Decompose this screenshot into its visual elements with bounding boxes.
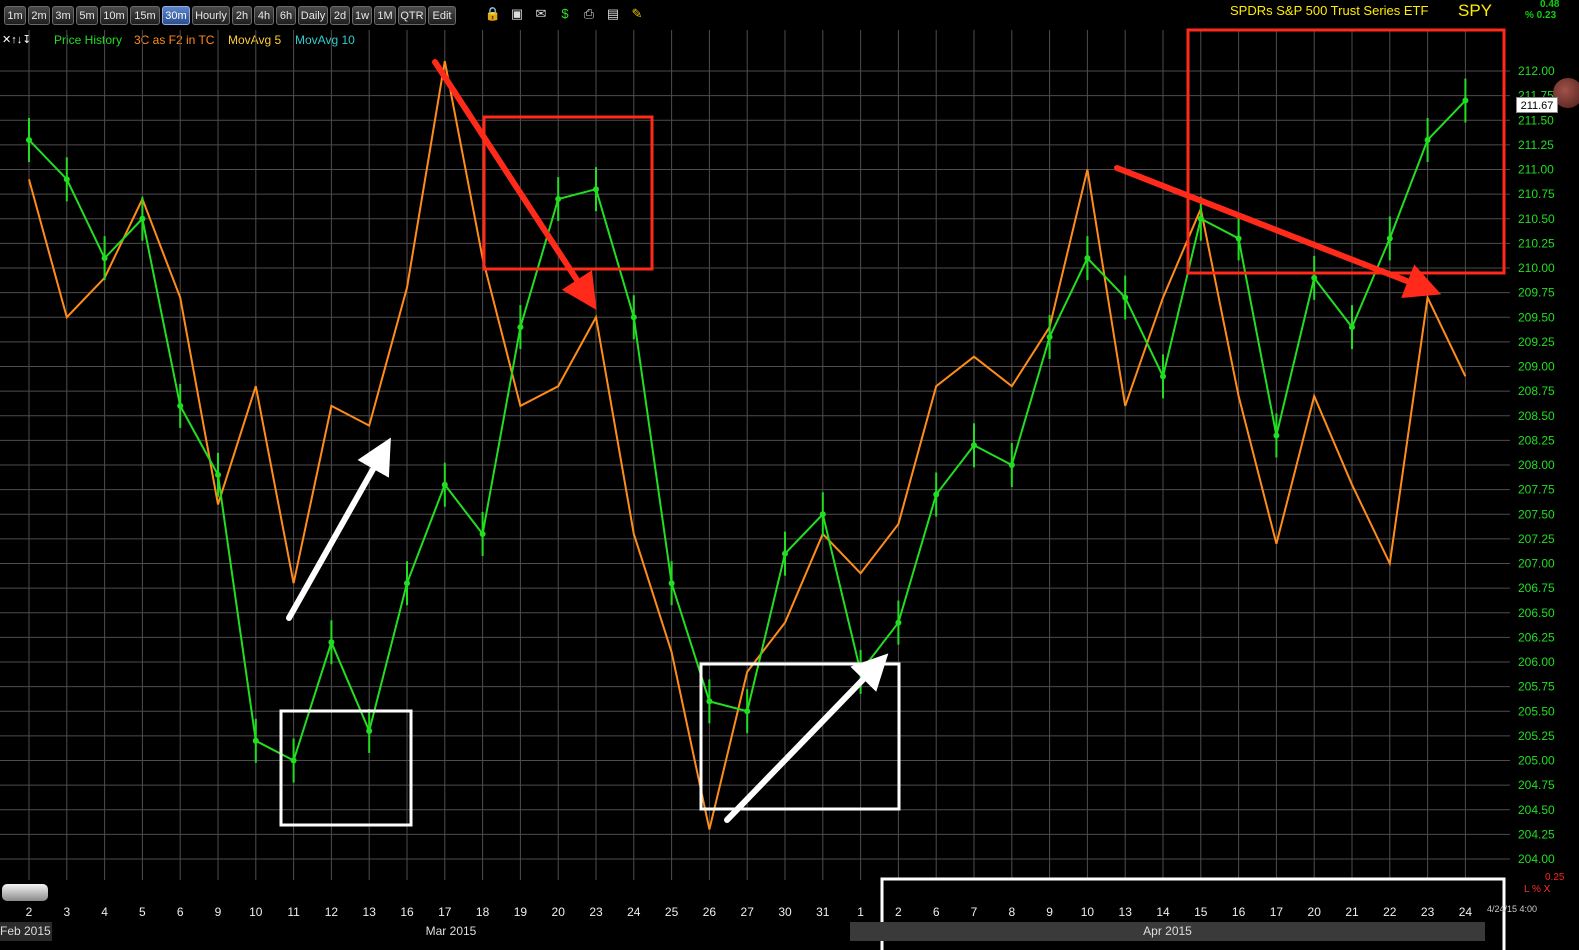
- x-tick-label: 3: [63, 905, 70, 919]
- x-tick-label: 17: [1270, 905, 1284, 919]
- y-tick-label: 205.75: [1518, 680, 1555, 694]
- y-tick-label: 207.00: [1518, 557, 1555, 571]
- month-label: Mar 2015: [52, 922, 850, 941]
- x-tick-label: 25: [665, 905, 679, 919]
- y-tick-label: 209.50: [1518, 310, 1555, 324]
- x-tick-label: 23: [589, 905, 603, 919]
- x-tick-label: 9: [215, 905, 222, 919]
- indicator-controls[interactable]: L % X: [1524, 884, 1550, 895]
- y-tick-label: 204.25: [1518, 827, 1555, 841]
- x-tick-label: 2: [895, 905, 902, 919]
- y-tick-label: 209.00: [1518, 360, 1555, 374]
- indicator-value: 0.25: [1545, 872, 1565, 883]
- x-tick-label: 1: [857, 905, 864, 919]
- x-tick-label: 22: [1383, 905, 1397, 919]
- annotation-arrow: [432, 59, 597, 311]
- x-tick-label: 12: [325, 905, 339, 919]
- x-tick-label: 8: [1008, 905, 1015, 919]
- y-tick-label: 204.00: [1518, 852, 1555, 866]
- x-tick-label: 17: [438, 905, 452, 919]
- x-tick-label: 15: [1194, 905, 1208, 919]
- y-tick-label: 206.75: [1518, 581, 1555, 595]
- y-tick-label: 207.25: [1518, 532, 1555, 546]
- x-tick-label: 24: [1459, 905, 1473, 919]
- annotation-box: [482, 115, 654, 271]
- y-tick-label: 208.25: [1518, 433, 1555, 447]
- x-tick-label: 31: [816, 905, 830, 919]
- x-tick-label: 5: [139, 905, 146, 919]
- scroll-thumb[interactable]: [2, 884, 48, 901]
- y-tick-label: 204.75: [1518, 778, 1555, 792]
- date-label: 4/24/15 4:00: [1487, 904, 1538, 914]
- x-tick-label: 9: [1046, 905, 1053, 919]
- x-tick-label: 24: [627, 905, 641, 919]
- y-tick-label: 208.50: [1518, 409, 1555, 423]
- x-tick-label: 23: [1421, 905, 1435, 919]
- x-tick-label: 19: [514, 905, 528, 919]
- y-tick-label: 206.00: [1518, 655, 1555, 669]
- y-tick-label: 210.25: [1518, 236, 1555, 250]
- y-tick-label: 208.75: [1518, 384, 1555, 398]
- y-tick-label: 206.25: [1518, 630, 1555, 644]
- y-tick-label: 210.50: [1518, 212, 1555, 226]
- x-tick-label: 27: [741, 905, 755, 919]
- y-tick-label: 211.50: [1518, 113, 1554, 127]
- y-tick-label: 205.25: [1518, 729, 1555, 743]
- x-tick-label: 13: [1119, 905, 1133, 919]
- x-tick-label: 30: [778, 905, 792, 919]
- y-tick-label: 209.75: [1518, 286, 1555, 300]
- month-strip: Feb 2015 Mar 2015 Apr 2015: [0, 922, 1579, 941]
- y-tick-label: 210.75: [1518, 187, 1555, 201]
- x-tick-label: 13: [363, 905, 377, 919]
- x-tick-label: 7: [971, 905, 978, 919]
- month-label: Apr 2015: [850, 922, 1485, 941]
- x-tick-label: 10: [1081, 905, 1095, 919]
- y-tick-label: 204.50: [1518, 803, 1555, 817]
- x-tick-label: 4: [101, 905, 108, 919]
- x-tick-label: 14: [1156, 905, 1170, 919]
- last-price-tag: 211.67: [1516, 97, 1558, 113]
- x-tick-label: 16: [1232, 905, 1246, 919]
- x-tick-label: 20: [552, 905, 566, 919]
- y-tick-label: 211.00: [1518, 163, 1554, 177]
- y-tick-label: 205.00: [1518, 754, 1555, 768]
- y-tick-label: 209.25: [1518, 335, 1555, 349]
- annotation-arrow: [724, 653, 889, 823]
- x-tick-label: 2: [26, 905, 33, 919]
- x-tick-label: 6: [177, 905, 184, 919]
- y-tick-label: 211.25: [1518, 138, 1554, 152]
- x-tick-label: 6: [933, 905, 940, 919]
- x-tick-label: 21: [1345, 905, 1359, 919]
- y-tick-label: 207.50: [1518, 507, 1555, 521]
- x-tick-label: 10: [249, 905, 263, 919]
- y-tick-label: 206.50: [1518, 606, 1555, 620]
- x-tick-label: 11: [287, 905, 300, 919]
- x-tick-label: 26: [703, 905, 717, 919]
- y-tick-label: 207.75: [1518, 483, 1555, 497]
- y-tick-label: 205.50: [1518, 704, 1555, 718]
- annotation-box: [279, 709, 413, 827]
- y-tick-label: 208.00: [1518, 458, 1555, 472]
- x-tick-label: 16: [400, 905, 414, 919]
- month-label: Feb 2015: [0, 922, 52, 941]
- y-tick-label: 210.00: [1518, 261, 1555, 275]
- x-tick-label: 20: [1308, 905, 1322, 919]
- x-tick-label: 18: [476, 905, 490, 919]
- price-chart: 204.00 204.25 204.50 204.75 205.00 205.25 205.…: [0, 28, 1555, 950]
- y-tick-label: 212.00: [1518, 64, 1555, 78]
